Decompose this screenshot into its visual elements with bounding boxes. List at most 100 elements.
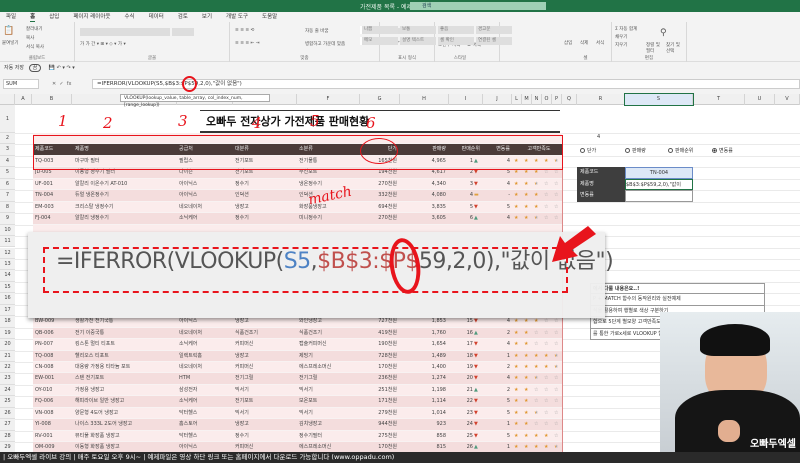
- row-header[interactable]: 19: [0, 327, 15, 340]
- cell-price[interactable]: 728천원: [360, 351, 397, 362]
- cell-sub[interactable]: 보온포트: [299, 396, 317, 407]
- cell-price[interactable]: 270천원: [360, 179, 397, 190]
- tab-9[interactable]: 도움말: [262, 12, 277, 22]
- cut-button[interactable]: 잘라내기: [26, 26, 43, 32]
- table-row[interactable]: TQ-008 헬리오스 티포트 일렉트릭홈 냉장고 제빙기 728천원 1,489 18 ▼ 1 ★…: [33, 350, 562, 362]
- cell-cat[interactable]: 식품건조기: [235, 328, 258, 339]
- cell-change[interactable]: 1: [483, 351, 510, 362]
- table-row[interactable]: PN-007 킹스톤 멀티 티포트 소닉케어 커피머신 캡슐커피머신 190천원 1,654…: [33, 339, 562, 351]
- column-header-R[interactable]: R: [577, 94, 625, 105]
- delete-cells-button[interactable]: 삭제: [580, 40, 588, 46]
- font-name-select[interactable]: [80, 28, 170, 36]
- cell-change[interactable]: 5: [483, 396, 510, 407]
- cell-style-7[interactable]: 설명 텍스트: [400, 37, 436, 45]
- column-header-I[interactable]: I: [449, 94, 483, 105]
- select-all-corner[interactable]: [0, 94, 15, 105]
- table-row[interactable]: FQ-006 해피라이브 일반 냉장고 소닉케어 전기포트 보온포트 171천원 1,114…: [33, 396, 562, 408]
- column-header-B[interactable]: B: [32, 94, 72, 105]
- autosave-toggle[interactable]: 끔: [28, 64, 42, 72]
- cell-rank[interactable]: 25: [449, 431, 473, 442]
- redo-icon[interactable]: ↷ ▾: [67, 65, 75, 71]
- column-header-O[interactable]: O: [542, 94, 552, 105]
- cell-supplier[interactable]: 아이닉스: [179, 190, 197, 201]
- cell-qty[interactable]: 3,605: [400, 213, 446, 224]
- tab-8[interactable]: 개발 도구: [226, 12, 248, 22]
- tab-2[interactable]: 삽입: [49, 12, 59, 22]
- cell-cat[interactable]: 냉장고: [235, 351, 249, 362]
- format-painter-button[interactable]: 서식 복사: [26, 44, 44, 50]
- radio-2[interactable]: 판매순위: [668, 147, 693, 154]
- cell-name[interactable]: 뷰티풀 화장품 냉장고: [75, 431, 120, 442]
- cell-code[interactable]: YI-008: [35, 419, 51, 430]
- row-header[interactable]: 16: [0, 293, 15, 305]
- radio-1[interactable]: 판매량: [625, 147, 646, 154]
- tab-5[interactable]: 데이터: [149, 12, 164, 22]
- cell-change[interactable]: 2: [483, 362, 510, 373]
- cell-code[interactable]: FJ-004: [35, 213, 51, 224]
- column-header-M[interactable]: M: [522, 94, 532, 105]
- merge-center-button[interactable]: 병합하고 가운데 맞춤: [305, 41, 345, 47]
- cell-price[interactable]: 171천원: [360, 396, 397, 407]
- cell-rank[interactable]: 22: [449, 396, 473, 407]
- cell-qty[interactable]: 1,198: [400, 385, 446, 396]
- cell-cat[interactable]: 정수기: [235, 431, 249, 442]
- row-header[interactable]: 24: [0, 384, 15, 397]
- cell-name[interactable]: 스텐 전기포트: [75, 373, 104, 384]
- cell-code[interactable]: EM-003: [35, 202, 54, 213]
- column-header-H[interactable]: H: [400, 94, 449, 105]
- row-header[interactable]: 13: [0, 258, 15, 271]
- tab-0[interactable]: 파일: [6, 12, 16, 22]
- align-buttons[interactable]: ≡ ≡ ≡ ⟲: [235, 28, 254, 33]
- row-header[interactable]: 14: [0, 270, 15, 282]
- table-row[interactable]: UF-001 알칼리 이온수기 AT-010 아이닉스 정수기 냉온정수기 270천원 4,…: [33, 178, 562, 191]
- table-row[interactable]: CN-008 대용량 가정용 티타늄 포트 네오네이처 커피머신 에스프레소머신 170천…: [33, 362, 562, 374]
- cell-change[interactable]: 4: [483, 373, 510, 384]
- cell-name[interactable]: 헬리오스 티포트: [75, 351, 109, 362]
- cell-change[interactable]: 2: [483, 385, 510, 396]
- cell-cat[interactable]: 믹서기: [235, 408, 249, 419]
- cell-sub[interactable]: 제빙기: [299, 351, 313, 362]
- cell-supplier[interactable]: 네오네이처: [179, 362, 202, 373]
- cell-rank[interactable]: 21: [449, 385, 473, 396]
- search-box[interactable]: 검색: [410, 2, 546, 10]
- paste-button[interactable]: 붙여넣기: [2, 40, 19, 46]
- column-header-A[interactable]: A: [15, 94, 32, 105]
- cell-name[interactable]: 가정용 냉장고: [75, 385, 104, 396]
- cell-supplier[interactable]: 소닉케어: [179, 339, 197, 350]
- cell-rank[interactable]: 3: [449, 179, 473, 190]
- cell-cat[interactable]: 커피머신: [235, 362, 253, 373]
- sort-filter-button[interactable]: 정렬 및 필터: [646, 42, 664, 54]
- cell-qty[interactable]: 4,340: [400, 179, 446, 190]
- cell-name[interactable]: 알칼리 냉정수기: [75, 213, 109, 224]
- cell-sub[interactable]: 전기그릴: [299, 373, 317, 384]
- cell-change[interactable]: 4: [483, 213, 510, 224]
- column-header-L[interactable]: L: [512, 94, 522, 105]
- table-row[interactable]: VN-008 양문형 4도어 냉장고 닥터헬스 믹서기 믹서기 279천원 1,014 23 ▼…: [33, 407, 562, 420]
- lookup-value[interactable]: TN-004: [625, 167, 693, 179]
- cell-supplier[interactable]: 닥터헬스: [179, 408, 197, 419]
- cell-name[interactable]: 듀얼 냉온정수기: [75, 190, 109, 201]
- cell-price[interactable]: 170천원: [360, 362, 397, 373]
- radio-checked-icon[interactable]: [712, 148, 717, 153]
- table-row[interactable]: OY-010 가정용 냉장고 삼성전자 믹서기 믹서기 251천원 1,198 21 ▲ 2 ★ ★ ☆…: [33, 384, 562, 397]
- row-header[interactable]: 10: [0, 224, 15, 237]
- cell-style-1[interactable]: 나쁨: [362, 26, 398, 34]
- cell-sub[interactable]: 냉온정수기: [299, 179, 322, 190]
- cell-qty[interactable]: 1,274: [400, 373, 446, 384]
- column-header-F[interactable]: F: [297, 94, 360, 105]
- cell-rank[interactable]: 24: [449, 419, 473, 430]
- cell-name[interactable]: 크리스탈 냉정수기: [75, 202, 113, 213]
- cell-rank[interactable]: 6: [449, 213, 473, 224]
- cell-sub[interactable]: 캡슐커피머신: [299, 339, 327, 350]
- table-row[interactable]: QB-006 전기 이중국통 네오네이처 식품건조기 식품건조기 419천원 1,760 16…: [33, 327, 562, 340]
- cell-price[interactable]: 944천원: [360, 419, 397, 430]
- cell-sub[interactable]: 미니정수기: [299, 213, 322, 224]
- row-header[interactable]: 27: [0, 419, 15, 431]
- cell-supplier[interactable]: 아이닉스: [179, 179, 197, 190]
- wrap-text-button[interactable]: 자동 줄 바꿈: [305, 28, 329, 34]
- row-header[interactable]: 26: [0, 407, 15, 420]
- tab-3[interactable]: 페이지 레이아웃: [73, 12, 110, 22]
- row-header[interactable]: 23: [0, 373, 15, 385]
- row-header[interactable]: 12: [0, 247, 15, 259]
- cell-name[interactable]: 양문형 4도어 냉장고: [75, 408, 118, 419]
